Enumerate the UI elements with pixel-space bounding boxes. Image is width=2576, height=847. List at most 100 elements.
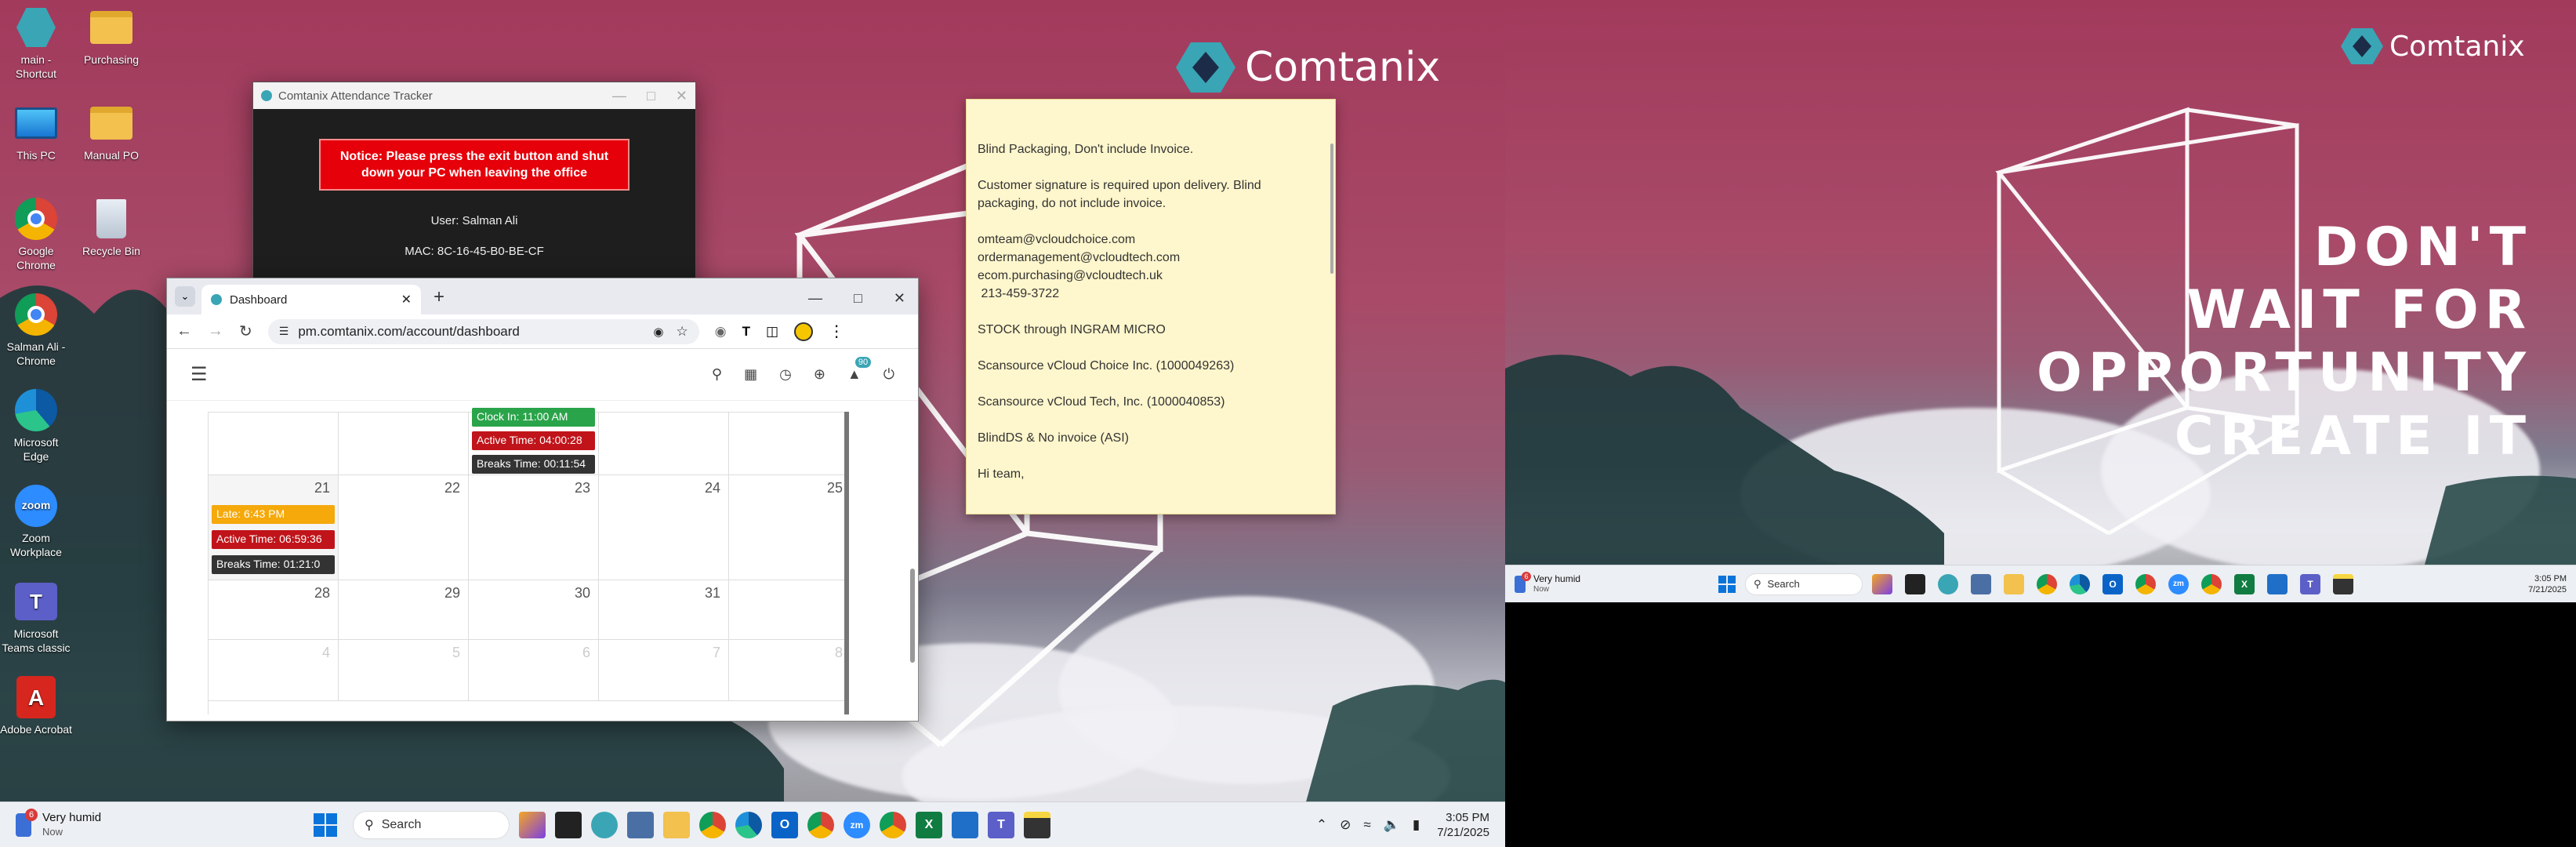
reload-icon[interactable]: ↻ xyxy=(239,322,252,341)
new-tab-button[interactable]: + xyxy=(434,286,444,308)
start-windows-icon[interactable] xyxy=(1718,575,1736,593)
outlook-icon[interactable]: O xyxy=(2103,573,2123,594)
calendar-cell[interactable] xyxy=(599,413,729,475)
message-icon[interactable]: ▦ xyxy=(744,366,757,383)
hamburger-menu-icon[interactable]: ☰ xyxy=(190,363,208,386)
weather-widget[interactable]: 6 Very humid Now xyxy=(1515,571,1718,595)
minimize-icon[interactable]: — xyxy=(808,290,822,307)
network-status-icon[interactable]: ⊘ xyxy=(1340,817,1351,833)
page-scrollbar[interactable] xyxy=(910,569,915,663)
close-icon[interactable]: ✕ xyxy=(894,290,905,307)
breaks-time-chip[interactable]: Breaks Time: 00:11:54 xyxy=(472,455,595,474)
app-icon[interactable] xyxy=(1938,573,1958,594)
active-time-chip[interactable]: Active Time: 04:00:28 xyxy=(472,431,595,450)
edge-icon[interactable] xyxy=(735,811,762,838)
sticky-note[interactable]: Blind Packaging, Don't include Invoice. … xyxy=(966,99,1336,514)
calendar-cell-next-month[interactable]: 8 xyxy=(729,640,845,701)
desktop-icon-google-chrome[interactable]: Google Chrome xyxy=(0,196,72,272)
clock[interactable]: 3:05 PM 7/21/2025 xyxy=(2528,573,2567,595)
sticky-notes-icon[interactable] xyxy=(1024,811,1050,838)
calendar-cell[interactable]: 28 xyxy=(209,580,339,640)
power-icon[interactable]: ⏻ xyxy=(883,366,894,383)
start-windows-icon[interactable] xyxy=(314,812,337,837)
calendar-cell-next-month[interactable]: 6 xyxy=(469,640,599,701)
calendar-cell-next-month[interactable]: 5 xyxy=(339,640,469,701)
clock[interactable]: 3:05 PM 7/21/2025 xyxy=(1437,810,1489,840)
zoom-icon[interactable]: zm xyxy=(844,811,870,838)
forward-icon[interactable]: → xyxy=(208,322,223,340)
reader-icon[interactable]: T xyxy=(742,324,750,340)
back-icon[interactable]: ← xyxy=(176,322,192,340)
desktop-icon-adobe-acrobat[interactable]: A Adobe Acrobat xyxy=(0,674,72,737)
taskbar-search[interactable]: ⚲ Search xyxy=(353,810,510,839)
file-explorer-icon[interactable] xyxy=(2004,573,2024,594)
taskview-icon[interactable] xyxy=(1905,573,1925,594)
address-bar[interactable]: ☰ pm.comtanix.com/account/dashboard ◉ ☆ xyxy=(267,318,699,344)
calendar-cell-next-month[interactable]: 7 xyxy=(599,640,729,701)
desktop-icon-this-pc[interactable]: This PC xyxy=(0,100,72,163)
active-time-chip[interactable]: Active Time: 06:59:36 xyxy=(212,530,335,549)
extension-icon[interactable]: ◉ xyxy=(715,324,727,340)
desktop-icon-zoom-workplace[interactable]: zoom Zoom Workplace xyxy=(0,483,72,559)
sticky-note-scrollbar[interactable] xyxy=(1330,144,1333,274)
desktop-icon-main-shortcut[interactable]: main - Shortcut xyxy=(0,5,72,81)
calendar-cell[interactable] xyxy=(729,580,845,640)
add-icon[interactable]: ⊕ xyxy=(814,366,825,383)
weather-widget[interactable]: 6 Very humid Now xyxy=(16,808,314,839)
snipping-icon[interactable] xyxy=(952,811,978,838)
calendar-cell[interactable]: 22 xyxy=(339,475,469,580)
site-info-icon[interactable]: ☰ xyxy=(279,325,289,338)
taskbar-search[interactable]: ⚲ Search xyxy=(1745,573,1863,595)
maximize-icon[interactable]: □ xyxy=(647,88,655,104)
calculator-icon[interactable] xyxy=(627,811,654,838)
chrome-icon[interactable] xyxy=(2037,573,2057,594)
tab-search-icon[interactable]: ⌄ xyxy=(175,286,195,307)
desktop-icon-salman-ali-chrome[interactable]: Salman Ali - Chrome xyxy=(0,292,72,368)
calendar-cell[interactable]: 29 xyxy=(339,580,469,640)
teams-icon[interactable]: T xyxy=(988,811,1014,838)
taskview-icon[interactable] xyxy=(555,811,582,838)
chevron-up-icon[interactable]: ⌃ xyxy=(1316,817,1327,833)
chrome-icon[interactable] xyxy=(807,811,834,838)
calendar-cell[interactable]: Clock In: 11:00 AM Active Time: 04:00:28… xyxy=(469,408,599,475)
volume-mute-icon[interactable]: 🔈 xyxy=(1384,817,1400,833)
location-icon[interactable]: ◉ xyxy=(653,325,663,339)
notification-bell-icon[interactable]: ▲ 90 xyxy=(847,357,872,383)
sticky-note-body[interactable]: Blind Packaging, Don't include Invoice. … xyxy=(978,140,1324,483)
desktop-icon-manual-po[interactable]: Manual PO xyxy=(75,100,147,163)
bookmark-star-icon[interactable]: ☆ xyxy=(677,324,688,340)
late-chip[interactable]: Late: 6:43 PM xyxy=(212,505,335,524)
calendar-cell[interactable]: 24 xyxy=(599,475,729,580)
breaks-time-chip[interactable]: Breaks Time: 01:21:0 xyxy=(212,555,335,574)
wifi-icon[interactable]: ≈ xyxy=(1363,817,1370,833)
widgets-icon[interactable] xyxy=(519,811,546,838)
calendar-scrollbar[interactable] xyxy=(844,412,849,714)
file-explorer-icon[interactable] xyxy=(663,811,690,838)
calendar-cell[interactable] xyxy=(729,413,845,475)
calendar-cell[interactable]: 30 xyxy=(469,580,599,640)
minimize-icon[interactable]: — xyxy=(612,88,626,104)
widgets-icon[interactable] xyxy=(1872,573,1892,594)
calendar-cell[interactable]: 25 xyxy=(729,475,845,580)
calendar-cell[interactable]: 23 xyxy=(469,475,599,580)
excel-icon[interactable]: X xyxy=(916,811,942,838)
app-icon[interactable] xyxy=(591,811,618,838)
calendar-cell[interactable]: 31 xyxy=(599,580,729,640)
clock-icon[interactable]: ◷ xyxy=(779,366,792,383)
tab-close-icon[interactable]: ✕ xyxy=(401,292,412,307)
calendar-cell-next-month[interactable]: 4 xyxy=(209,640,339,701)
edge-icon[interactable] xyxy=(2070,573,2090,594)
teams-icon[interactable]: T xyxy=(2300,573,2320,594)
extensions-puzzle-icon[interactable]: ◫ xyxy=(766,324,778,340)
desktop-icon-microsoft-teams[interactable]: T Microsoft Teams classic xyxy=(0,579,72,655)
profile-avatar[interactable] xyxy=(794,322,814,341)
chrome-icon[interactable] xyxy=(2135,573,2156,594)
zoom-icon[interactable]: zm xyxy=(2168,573,2189,594)
maximize-icon[interactable]: □ xyxy=(854,290,862,307)
close-icon[interactable]: ✕ xyxy=(676,88,688,104)
battery-icon[interactable]: ▮ xyxy=(1413,817,1420,833)
calendar-cell[interactable] xyxy=(339,413,469,475)
menu-kebab-icon[interactable]: ⋮ xyxy=(829,322,844,341)
calculator-icon[interactable] xyxy=(1971,573,1991,594)
outlook-icon[interactable]: O xyxy=(771,811,798,838)
